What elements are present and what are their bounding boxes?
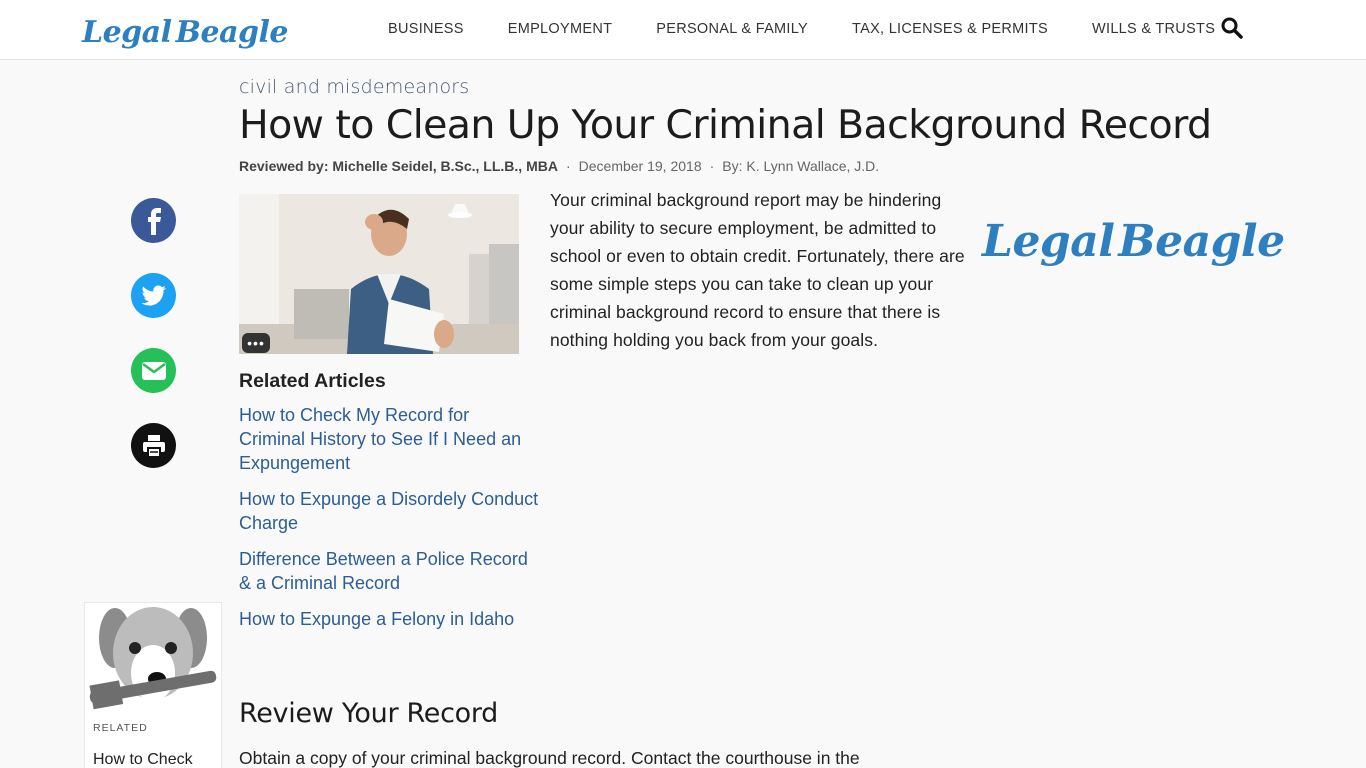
nav-personal-family[interactable]: PERSONAL & FAMILY [656, 21, 808, 37]
logo-text-left: Legal [82, 14, 172, 50]
logo-text-right: Beagle [1118, 215, 1285, 267]
image-more-button[interactable]: ••• [242, 333, 270, 353]
article-hero-image [239, 194, 519, 354]
nav-employment[interactable]: EMPLOYMENT [508, 21, 613, 37]
related-article-link[interactable]: How to Expunge a Disordely Conduct Charg… [239, 487, 539, 535]
beagle-placeholder-icon [85, 603, 221, 713]
related-article-link[interactable]: Difference Between a Police Record & a C… [239, 547, 539, 595]
email-icon [141, 361, 166, 380]
byline-separator: · [565, 158, 571, 174]
article-category[interactable]: civil and misdemeanors [239, 76, 469, 98]
twitter-icon [141, 285, 166, 305]
related-article-link[interactable]: How to Expunge a Felony in Idaho [239, 607, 539, 631]
related-card[interactable]: RELATED How to Check [84, 602, 222, 768]
logo-text-right: Beagle [175, 14, 289, 50]
reviewer[interactable]: Reviewed by: Michelle Seidel, B.Sc., LL.… [239, 158, 558, 174]
site-logo[interactable]: Legal Beagle [82, 8, 289, 56]
related-articles-heading: Related Articles [239, 370, 386, 392]
facebook-icon [147, 207, 161, 235]
nav-business[interactable]: BUSINESS [388, 21, 464, 37]
section-heading: Review Your Record [239, 698, 499, 729]
page-title: How to Clean Up Your Criminal Background… [239, 102, 1212, 148]
search-icon[interactable] [1220, 16, 1244, 40]
nav-wills-trusts[interactable]: WILLS & TRUSTS [1092, 21, 1215, 37]
byline-separator: · [709, 158, 715, 174]
nav-tax-licenses-permits[interactable]: TAX, LICENSES & PERMITS [852, 21, 1048, 37]
email-share-button[interactable] [131, 348, 176, 393]
main-nav: BUSINESS EMPLOYMENT PERSONAL & FAMILY TA… [388, 0, 1259, 58]
facebook-share-button[interactable] [131, 198, 176, 243]
publish-date: December 19, 2018 [578, 158, 702, 174]
section-paragraph: Obtain a copy of your criminal backgroun… [239, 748, 860, 768]
print-button[interactable] [131, 423, 176, 468]
print-icon [142, 434, 165, 458]
article-byline: Reviewed by: Michelle Seidel, B.Sc., LL.… [239, 158, 879, 174]
author[interactable]: By: K. Lynn Wallace, J.D. [722, 158, 879, 174]
related-article-link[interactable]: How to Check My Record for Criminal Hist… [239, 403, 539, 475]
logo-text-left: Legal [982, 215, 1115, 267]
twitter-share-button[interactable] [131, 273, 176, 318]
related-card-label: RELATED [93, 722, 148, 734]
top-navigation-bar: Legal Beagle BUSINESS EMPLOYMENT PERSONA… [0, 0, 1366, 60]
brand-logo-large: Legal Beagle [982, 205, 1285, 277]
article-intro: Your criminal background report may be h… [550, 190, 965, 350]
related-card-title[interactable]: How to Check [93, 751, 193, 768]
